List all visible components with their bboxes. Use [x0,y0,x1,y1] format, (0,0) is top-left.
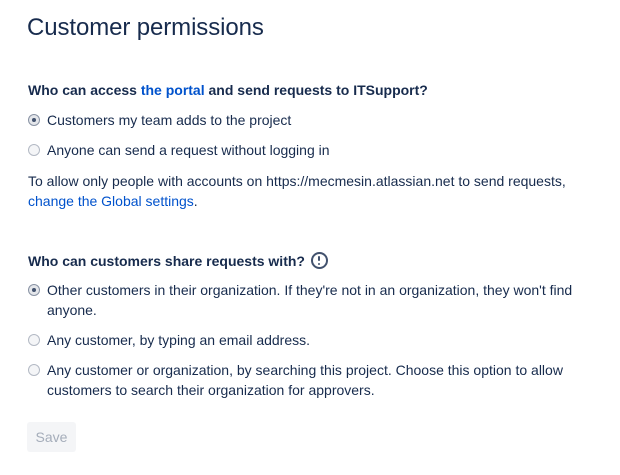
radio-anyone[interactable] [28,144,40,156]
save-button[interactable]: Save [27,422,76,452]
sharing-option-label[interactable]: Any customer, by typing an email address… [47,330,310,350]
access-heading-prefix: Who can access [28,82,141,98]
access-heading: Who can access the portal and send reque… [28,80,428,100]
info-suffix: . [193,193,198,209]
sharing-option-label[interactable]: Other customers in their organization. I… [47,280,588,320]
radio-organization[interactable] [28,284,40,296]
sharing-option-email[interactable]: Any customer, by typing an email address… [28,330,588,350]
access-option-team-adds[interactable]: Customers my team adds to the project [28,110,588,130]
radio-email[interactable] [28,334,40,346]
sharing-heading-text: Who can customers share requests with? [28,253,305,269]
global-settings-link[interactable]: change the Global settings [28,193,194,209]
exclamation-circle-icon[interactable] [310,252,328,269]
access-option-anyone[interactable]: Anyone can send a request without loggin… [28,140,588,160]
sharing-option-label[interactable]: Any customer or organization, by searchi… [47,360,588,400]
access-heading-suffix: and send requests to ITSupport? [204,82,428,98]
access-option-label[interactable]: Customers my team adds to the project [47,110,291,130]
sharing-option-organization[interactable]: Other customers in their organization. I… [28,280,588,320]
global-settings-info: To allow only people with accounts on ht… [28,171,588,211]
portal-link[interactable]: the portal [141,82,205,98]
access-option-label[interactable]: Anyone can send a request without loggin… [47,140,330,160]
info-text: To allow only people with accounts on ht… [28,173,566,189]
radio-team-adds[interactable] [28,114,40,126]
sharing-heading: Who can customers share requests with? [28,251,328,271]
sharing-option-search[interactable]: Any customer or organization, by searchi… [28,360,588,400]
radio-search[interactable] [28,364,40,376]
page-title: Customer permissions [27,14,264,41]
